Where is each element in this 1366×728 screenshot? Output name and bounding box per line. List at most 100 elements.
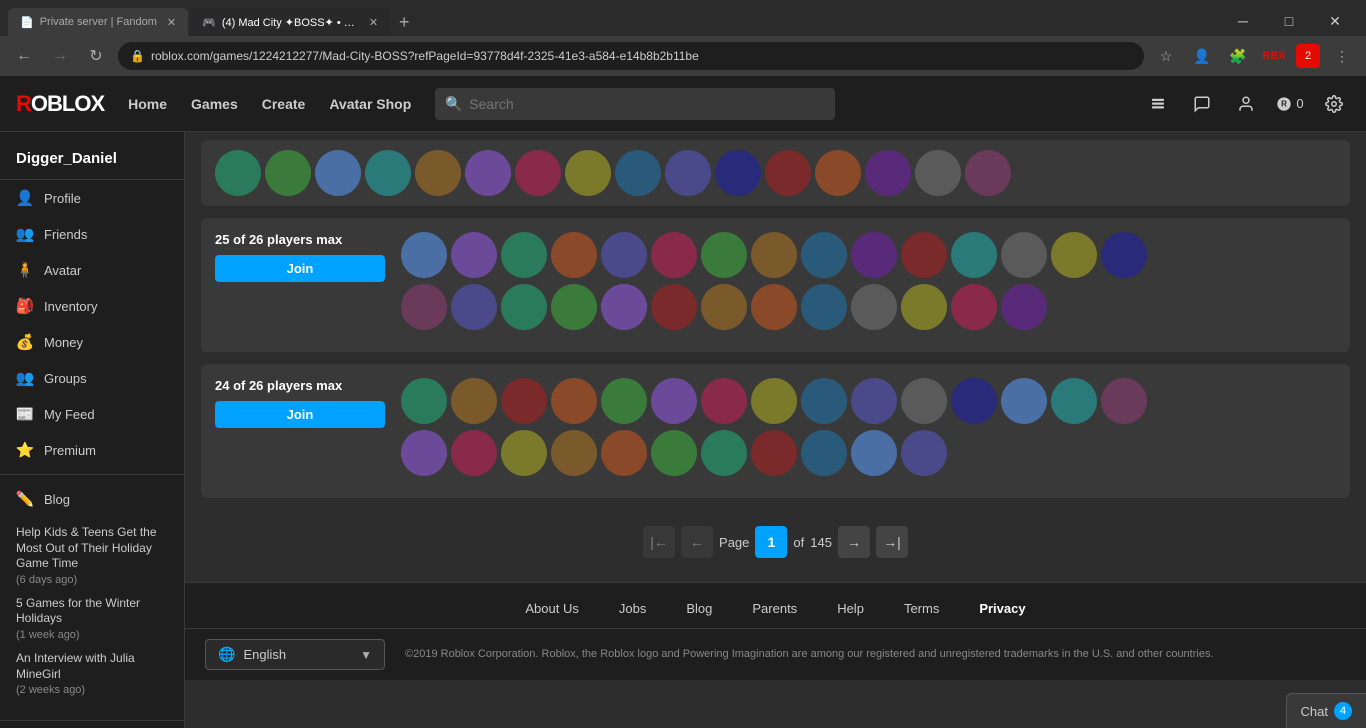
server-1-info: 25 of 26 players max Join (215, 232, 385, 282)
player-avatar (801, 232, 847, 278)
player-avatar (451, 232, 497, 278)
nav-home[interactable]: Home (128, 96, 167, 112)
player-avatar (551, 378, 597, 424)
chat-button[interactable]: Chat 4 (1286, 693, 1366, 728)
settings-button[interactable] (1318, 88, 1350, 120)
sidebar: Digger_Daniel 👤 Profile 👥 Friends 🧍 Avat… (0, 132, 185, 728)
profile-icon: 👤 (16, 189, 34, 207)
search-input[interactable] (435, 88, 835, 120)
sidebar-item-friends[interactable]: 👥 Friends (0, 216, 184, 252)
server-1-join-button[interactable]: Join (215, 255, 385, 282)
nav-create[interactable]: Create (262, 96, 306, 112)
sidebar-item-money[interactable]: 💰 Money (0, 324, 184, 360)
tab-label: Private server | Fandom (40, 16, 157, 28)
profile-button[interactable]: 👤 (1188, 42, 1216, 70)
footer-privacy[interactable]: Privacy (979, 601, 1025, 616)
player-avatar (1001, 284, 1047, 330)
language-selector[interactable]: 🌐 English ▼ (205, 639, 385, 670)
new-tab-button[interactable]: + (390, 8, 418, 36)
sidebar-label-friends: Friends (44, 227, 87, 242)
server-section-2: 24 of 26 players max Join (201, 364, 1350, 498)
total-pages: 145 (810, 535, 832, 550)
tab-private-server[interactable]: 📄 Private server | Fandom ✕ (8, 8, 188, 36)
server-2-count: 24 of 26 players max (215, 378, 385, 393)
player-avatar (815, 150, 861, 196)
blog-post-3-title[interactable]: An Interview with Julia MineGirl (16, 651, 168, 682)
blog-post-2-title[interactable]: 5 Games for the Winter Holidays (16, 596, 168, 627)
extensions-button[interactable]: 🧩 (1224, 42, 1252, 70)
last-page-button[interactable]: →| (876, 526, 908, 558)
notifications-button[interactable] (1142, 88, 1174, 120)
chat-label: Chat (1301, 704, 1328, 719)
roblox-logo[interactable]: ROBLOX (16, 91, 104, 117)
sidebar-item-inventory[interactable]: 🎒 Inventory (0, 288, 184, 324)
refresh-button[interactable]: ↻ (82, 42, 110, 70)
sidebar-item-blog[interactable]: ✏️ Blog (0, 481, 184, 517)
server-2-join-button[interactable]: Join (215, 401, 385, 428)
roblox-ext2[interactable]: 2 (1296, 44, 1320, 68)
player-avatar (601, 378, 647, 424)
tab-close-icon[interactable]: ✕ (369, 16, 378, 29)
sidebar-label-groups: Groups (44, 371, 87, 386)
footer-parents[interactable]: Parents (752, 601, 797, 616)
sidebar-item-myfeed[interactable]: 📰 My Feed (0, 396, 184, 432)
server-2-row1 (401, 378, 1336, 424)
player-avatar (215, 150, 261, 196)
sidebar-item-profile[interactable]: 👤 Profile (0, 180, 184, 216)
player-avatar (451, 378, 497, 424)
player-avatar (1101, 232, 1147, 278)
menu-button[interactable]: ⋮ (1328, 42, 1356, 70)
player-avatar (851, 430, 897, 476)
player-avatar (551, 284, 597, 330)
maximize-button[interactable]: □ (1266, 6, 1312, 36)
player-avatar (501, 378, 547, 424)
server-1-row1 (401, 232, 1336, 278)
robux-count: 0 (1296, 96, 1303, 111)
page-label: Page (719, 535, 749, 550)
roblox-header: ROBLOX Home Games Create Avatar Shop 🔍 R… (0, 76, 1366, 132)
server-1-count: 25 of 26 players max (215, 232, 385, 247)
nav-games[interactable]: Games (191, 96, 238, 112)
sidebar-item-groups[interactable]: 👥 Groups (0, 360, 184, 396)
messages-button[interactable] (1186, 88, 1218, 120)
roblox-ext1[interactable]: RBX (1260, 42, 1288, 70)
forward-button[interactable]: → (46, 42, 74, 70)
sidebar-label-avatar: Avatar (44, 263, 81, 278)
content-area: 25 of 26 players max Join (185, 132, 1366, 728)
robux-button[interactable]: R 0 (1274, 88, 1306, 120)
address-bar[interactable]: 🔒 roblox.com/games/1224212277/Mad-City-B… (118, 42, 1144, 70)
first-page-button[interactable]: |← (643, 526, 675, 558)
player-avatar (651, 378, 697, 424)
footer-jobs[interactable]: Jobs (619, 601, 646, 616)
tab-label: (4) Mad City ✦BOSS✦ • Roblox (222, 16, 359, 29)
blog-post-2-time: (1 week ago) (16, 629, 168, 641)
prev-page-button[interactable]: ← (681, 526, 713, 558)
next-page-button[interactable]: → (838, 526, 870, 558)
player-avatar (701, 378, 747, 424)
nav-avatar-shop[interactable]: Avatar Shop (329, 96, 411, 112)
player-avatar (565, 150, 611, 196)
player-avatar (501, 430, 547, 476)
player-avatar (801, 378, 847, 424)
bookmark-button[interactable]: ☆ (1152, 42, 1180, 70)
tab-mad-city[interactable]: 🎮 (4) Mad City ✦BOSS✦ • Roblox ✕ (190, 8, 390, 36)
player-avatar (651, 284, 697, 330)
globe-icon: 🌐 (218, 646, 235, 663)
close-button[interactable]: ✕ (1312, 6, 1358, 36)
sidebar-item-avatar[interactable]: 🧍 Avatar (0, 252, 184, 288)
footer-blog[interactable]: Blog (686, 601, 712, 616)
minimize-button[interactable]: ─ (1220, 6, 1266, 36)
player-avatar (401, 378, 447, 424)
blog-post-1-title[interactable]: Help Kids & Teens Get the Most Out of Th… (16, 525, 168, 572)
player-avatar (551, 232, 597, 278)
friends-icon: 👥 (16, 225, 34, 243)
blog-posts-section: Help Kids & Teens Get the Most Out of Th… (0, 517, 184, 714)
footer-terms[interactable]: Terms (904, 601, 939, 616)
back-button[interactable]: ← (10, 42, 38, 70)
friends-button[interactable] (1230, 88, 1262, 120)
blog-post-1-time: (6 days ago) (16, 574, 168, 586)
tab-close-icon[interactable]: ✕ (167, 16, 176, 29)
footer-help[interactable]: Help (837, 601, 864, 616)
sidebar-item-premium[interactable]: ⭐ Premium (0, 432, 184, 468)
footer-about[interactable]: About Us (525, 601, 578, 616)
